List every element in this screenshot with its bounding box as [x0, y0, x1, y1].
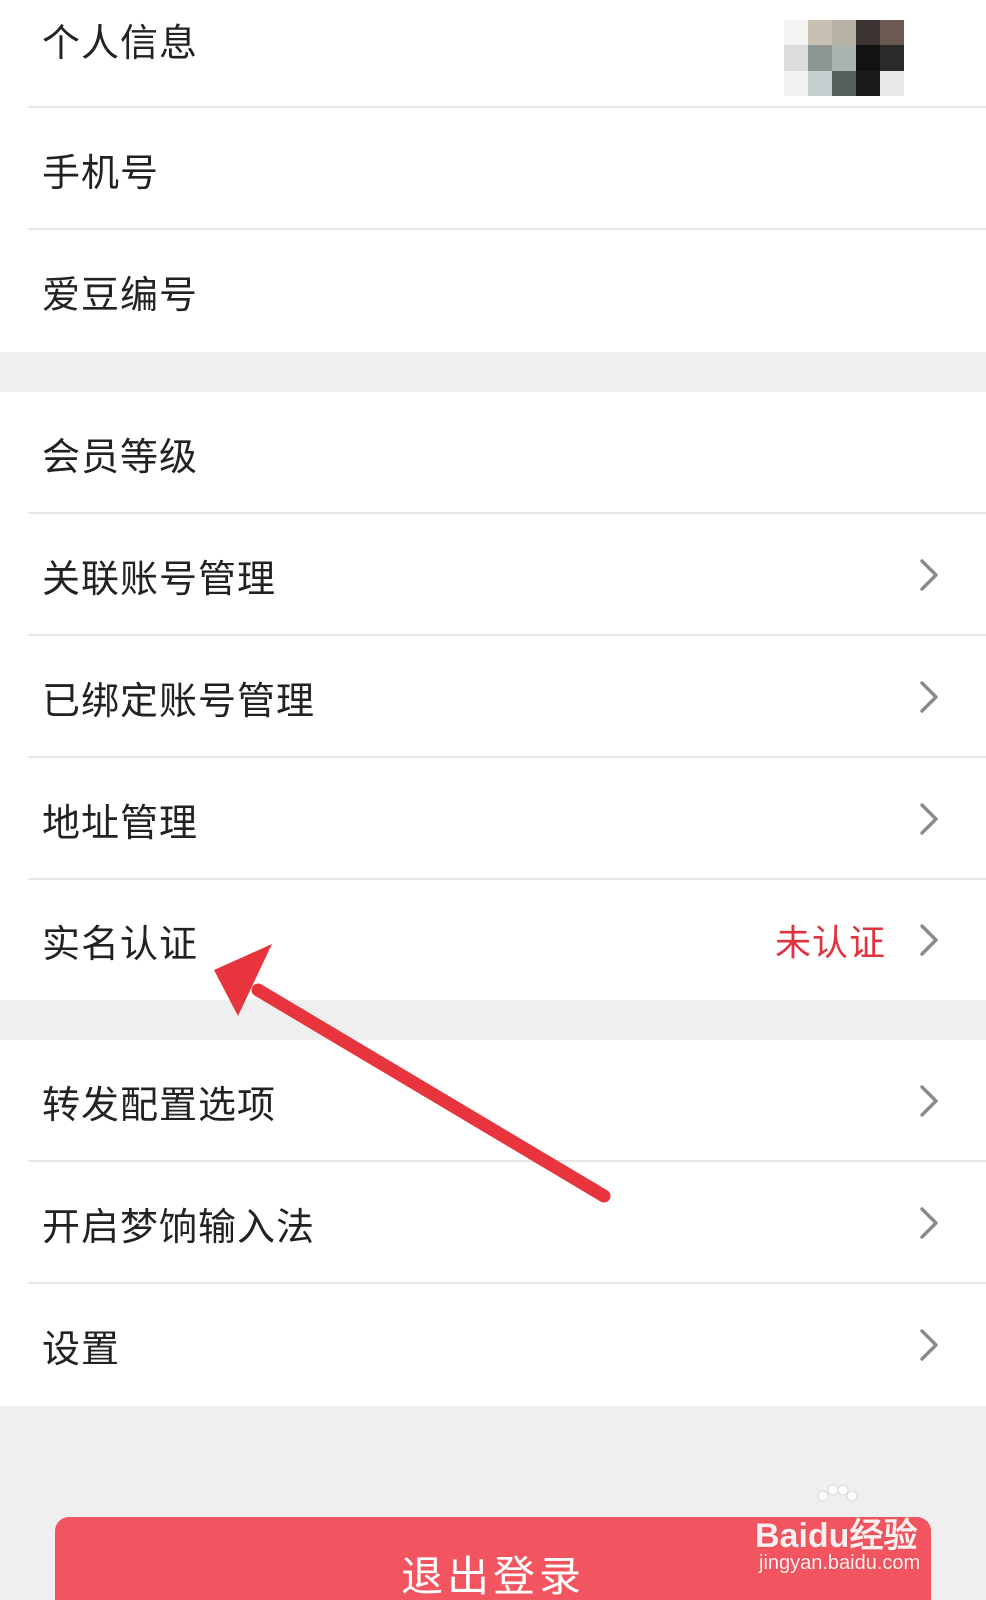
- row-member-level[interactable]: 会员等级: [0, 392, 986, 514]
- baidu-watermark: Baidu经验 jingyan.baidu.com: [755, 1484, 955, 1588]
- row-real-name-auth-label: 实名认证: [42, 921, 199, 966]
- row-idol-number-label: 爱豆编号: [42, 272, 199, 317]
- logout-button-label: 退出登录: [400, 1552, 585, 1600]
- account-section: 会员等级 关联账号管理 已绑定账号管理 地址管理 实名认证 未认证: [0, 392, 986, 1000]
- row-member-level-label: 会员等级: [42, 434, 199, 479]
- chevron-right-icon: [920, 1329, 938, 1361]
- chevron-right-icon: [920, 1207, 938, 1239]
- row-address-label: 地址管理: [42, 800, 199, 845]
- account-settings-page: 个人信息 手机号 爱豆编号 会员等级 关联账号管理 已绑定账号管理 地址管理 实…: [0, 0, 986, 1600]
- row-settings-label: 设置: [42, 1326, 121, 1371]
- other-section: 转发配置选项 开启梦饷输入法 设置: [0, 1040, 986, 1406]
- row-phone[interactable]: 手机号: [0, 108, 986, 230]
- avatar[interactable]: [784, 20, 904, 96]
- profile-section: 个人信息 手机号 爱豆编号: [0, 0, 986, 352]
- row-real-name-auth[interactable]: 实名认证 未认证: [0, 880, 986, 1000]
- row-forward-config-label: 转发配置选项: [42, 1082, 277, 1127]
- row-bound-accounts[interactable]: 已绑定账号管理: [0, 636, 986, 758]
- row-bound-accounts-label: 已绑定账号管理: [42, 678, 316, 723]
- chevron-right-icon: [920, 1085, 938, 1117]
- row-idol-number[interactable]: 爱豆编号: [0, 230, 986, 352]
- row-settings[interactable]: 设置: [0, 1284, 986, 1406]
- row-linked-accounts[interactable]: 关联账号管理: [0, 514, 986, 636]
- row-linked-accounts-label: 关联账号管理: [42, 556, 277, 601]
- row-forward-config[interactable]: 转发配置选项: [0, 1040, 986, 1162]
- watermark-url: jingyan.baidu.com: [759, 1552, 921, 1574]
- row-personal-info-label: 个人信息: [42, 21, 199, 65]
- status-badge: 未认证: [774, 923, 886, 964]
- row-phone-label: 手机号: [42, 150, 160, 195]
- row-personal-info[interactable]: 个人信息: [0, 0, 986, 108]
- row-address[interactable]: 地址管理: [0, 758, 986, 880]
- watermark-brand: Baidu经验: [755, 1517, 918, 1555]
- chevron-right-icon: [920, 803, 938, 835]
- row-input-method[interactable]: 开启梦饷输入法: [0, 1162, 986, 1284]
- chevron-right-icon: [920, 924, 938, 956]
- chevron-right-icon: [920, 681, 938, 713]
- row-input-method-label: 开启梦饷输入法: [42, 1204, 316, 1249]
- chevron-right-icon: [920, 559, 938, 591]
